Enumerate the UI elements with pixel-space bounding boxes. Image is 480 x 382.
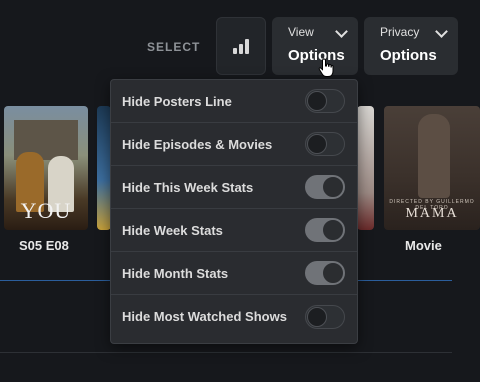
select-label: SELECT	[147, 40, 201, 54]
poster-partial[interactable]	[357, 106, 374, 230]
toggle-switch[interactable]	[305, 218, 345, 242]
menu-item-label: Hide This Week Stats	[122, 179, 254, 195]
toggle-switch[interactable]	[305, 132, 345, 156]
menu-item-label: Hide Month Stats	[122, 265, 229, 281]
toggle-switch[interactable]	[305, 261, 345, 285]
poster-title: YOU	[20, 198, 72, 223]
view-options-menu: Hide Posters Line Hide Episodes & Movies…	[110, 79, 358, 344]
bar-chart-icon	[233, 38, 249, 54]
poster-caption: S05 E08	[19, 238, 69, 253]
toggle-knob	[307, 91, 327, 111]
poster-you[interactable]: YOU	[4, 106, 88, 230]
menu-item-hide-week-stats[interactable]: Hide Week Stats	[111, 209, 357, 252]
hand-cursor-icon	[318, 58, 334, 77]
toggle-knob	[307, 134, 327, 154]
toggle-switch[interactable]	[305, 89, 345, 113]
menu-item-hide-month-stats[interactable]: Hide Month Stats	[111, 252, 357, 295]
poster-figure	[418, 114, 450, 198]
toggle-knob	[307, 306, 327, 327]
toggle-switch[interactable]	[305, 304, 345, 329]
menu-item-label: Hide Week Stats	[122, 222, 223, 238]
toggle-knob	[323, 220, 343, 240]
privacy-options-bottom-label: Options	[380, 47, 437, 64]
view-options-button[interactable]: View Options	[272, 17, 358, 75]
toggle-knob	[323, 263, 343, 283]
poster-mama[interactable]: DIRECTED BY GUILLERMO DEL TORO MAMA	[384, 106, 480, 230]
menu-item-hide-episodes-movies[interactable]: Hide Episodes & Movies	[111, 123, 357, 166]
section-divider	[0, 352, 452, 353]
toggle-switch[interactable]	[305, 175, 345, 199]
menu-item-label: Hide Most Watched Shows	[122, 309, 287, 324]
menu-item-hide-this-week-stats[interactable]: Hide This Week Stats	[111, 166, 357, 209]
poster-caption: Movie	[405, 238, 442, 253]
menu-item-label: Hide Posters Line	[122, 93, 232, 109]
poster-partial[interactable]	[97, 106, 111, 230]
toggle-knob	[323, 177, 343, 197]
menu-item-hide-posters-line[interactable]: Hide Posters Line	[111, 80, 357, 123]
stats-view-button[interactable]	[216, 17, 266, 75]
privacy-options-button[interactable]: Privacy Options	[364, 17, 458, 75]
view-options-top-label: View	[288, 25, 314, 39]
menu-item-label: Hide Episodes & Movies	[122, 136, 273, 152]
menu-item-hide-most-watched-shows[interactable]: Hide Most Watched Shows	[111, 295, 357, 338]
poster-title: MAMA	[405, 206, 459, 221]
